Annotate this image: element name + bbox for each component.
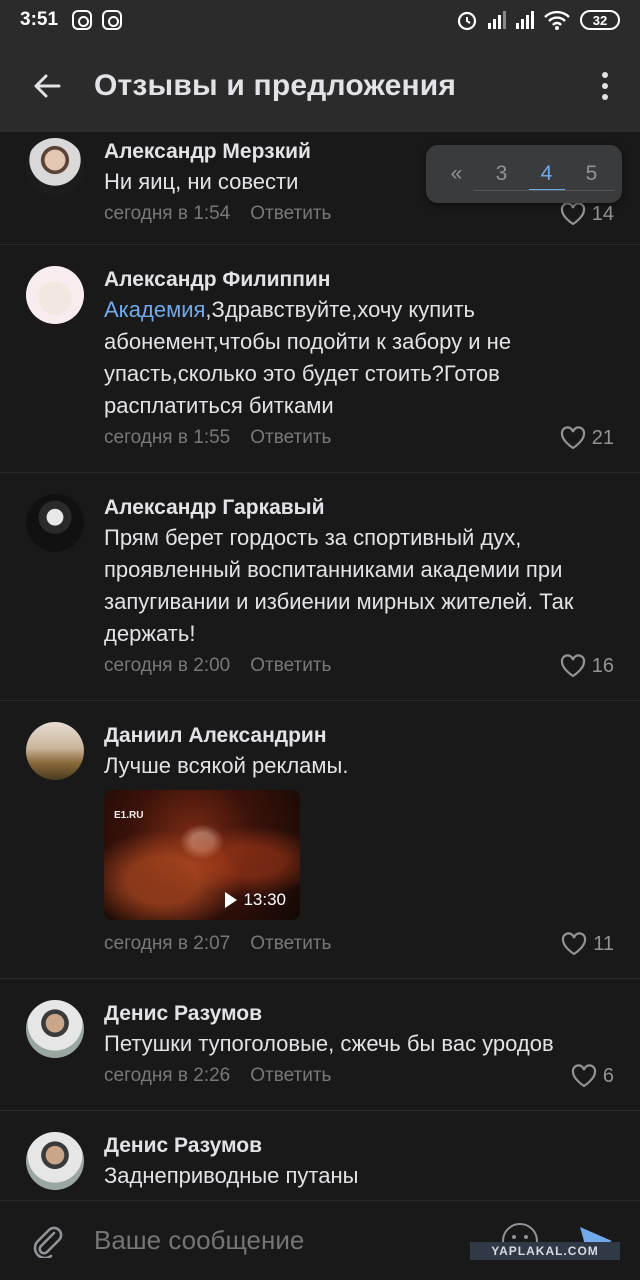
divider: [0, 1110, 640, 1111]
comment-time: сегодня в 2:00: [104, 655, 231, 676]
attach-button[interactable]: [0, 1201, 94, 1280]
wifi-icon: [544, 10, 570, 30]
comment-time: сегодня в 1:55: [104, 427, 231, 448]
like-button[interactable]: 6: [571, 1060, 614, 1092]
watermark: YAPLAKAL.COM: [470, 1242, 620, 1260]
pagination-page[interactable]: 5: [572, 145, 612, 203]
comment-time: сегодня в 2:07: [104, 933, 231, 954]
message-composer: [0, 1200, 640, 1280]
like-button[interactable]: 21: [560, 422, 614, 454]
play-icon: [225, 892, 238, 908]
comment-author[interactable]: Даниил Александрин: [104, 722, 620, 750]
heart-icon: [562, 932, 587, 956]
avatar[interactable]: [26, 1000, 84, 1058]
divider: [0, 472, 640, 473]
heart-icon: [560, 654, 585, 678]
divider: [0, 700, 640, 701]
message-input[interactable]: [94, 1200, 494, 1280]
arrow-left-icon: [34, 74, 61, 98]
mention-link[interactable]: Академия: [104, 297, 205, 322]
paperclip-icon: [33, 1226, 63, 1258]
battery-icon: 32: [580, 10, 620, 30]
comment-time: сегодня в 2:26: [104, 1065, 231, 1086]
like-count: 11: [593, 932, 614, 955]
comment-meta: сегодня в 2:07 Ответить 11: [104, 928, 620, 960]
pagination-prev[interactable]: «: [437, 145, 477, 203]
comment-text: Прям берет гордость за спортивный дух, п…: [104, 525, 574, 646]
like-button[interactable]: 16: [560, 650, 614, 682]
comment-author[interactable]: Денис Разумов: [104, 1132, 620, 1160]
comment-author[interactable]: Александр Гаркавый: [104, 494, 620, 522]
signal-icon-2: [516, 11, 534, 29]
heart-icon: [571, 1064, 596, 1088]
instagram-icon-2: [102, 10, 123, 30]
comment-text: Заднеприводные путаны: [104, 1163, 359, 1188]
pagination-track: [474, 190, 614, 191]
heart-icon: [560, 426, 585, 450]
comment-text: Академия,Здравствуйте,хочу купить абонем…: [104, 294, 620, 422]
avatar[interactable]: [26, 266, 84, 324]
comment-meta: сегодня в 2:00 Ответить 16: [104, 650, 620, 682]
pagination-page[interactable]: 3: [482, 145, 522, 203]
page-title: Отзывы и предложения: [94, 69, 457, 102]
avatar[interactable]: [26, 1132, 84, 1190]
pagination-page-active[interactable]: 4: [527, 145, 567, 203]
back-button[interactable]: [0, 40, 94, 132]
divider: [0, 244, 640, 245]
reply-button[interactable]: Ответить: [250, 1065, 331, 1087]
heart-icon: [560, 202, 585, 226]
reply-button[interactable]: Ответить: [250, 933, 331, 955]
reply-button[interactable]: Ответить: [250, 427, 331, 449]
reply-button[interactable]: Ответить: [250, 655, 331, 677]
comment-author[interactable]: Денис Разумов: [104, 1000, 620, 1028]
video-duration: 13:30: [225, 890, 286, 910]
comment-text: Лучше всякой рекламы.: [104, 753, 349, 778]
avatar[interactable]: [26, 494, 84, 552]
comment-text: Петушки тупоголовые, сжечь бы вас уродов: [104, 1031, 554, 1056]
like-count: 6: [602, 1064, 614, 1087]
app-header: Отзывы и предложения: [0, 40, 640, 132]
status-time: 3:51: [20, 9, 59, 30]
video-duration-label: 13:30: [243, 890, 286, 909]
reply-button[interactable]: Ответить: [250, 203, 331, 225]
comment-meta: сегодня в 1:55 Ответить 21: [104, 422, 620, 454]
video-attachment[interactable]: E1.RU 13:30: [104, 790, 300, 920]
avatar[interactable]: [26, 138, 84, 196]
pagination: « 3 4 5: [426, 145, 622, 203]
avatar[interactable]: [26, 722, 84, 780]
alarm-icon: [457, 11, 477, 31]
signal-icon: [488, 11, 506, 29]
comment-time: сегодня в 1:54: [104, 203, 231, 224]
more-menu-button[interactable]: [570, 40, 640, 132]
divider: [0, 978, 640, 979]
like-count: 21: [591, 426, 614, 449]
status-bar: 3:51 32: [0, 0, 640, 40]
like-count: 16: [591, 654, 614, 677]
comments-feed[interactable]: Александр Мерзкий Ни яиц, ни совести сег…: [0, 132, 640, 1200]
like-button[interactable]: 11: [561, 928, 614, 960]
comment-meta: сегодня в 2:26 Ответить 6: [104, 1060, 620, 1092]
video-logo: E1.RU: [114, 810, 144, 821]
like-count: 14: [591, 202, 614, 225]
comment-author[interactable]: Александр Филиппин: [104, 266, 620, 294]
instagram-icon: [72, 10, 93, 30]
